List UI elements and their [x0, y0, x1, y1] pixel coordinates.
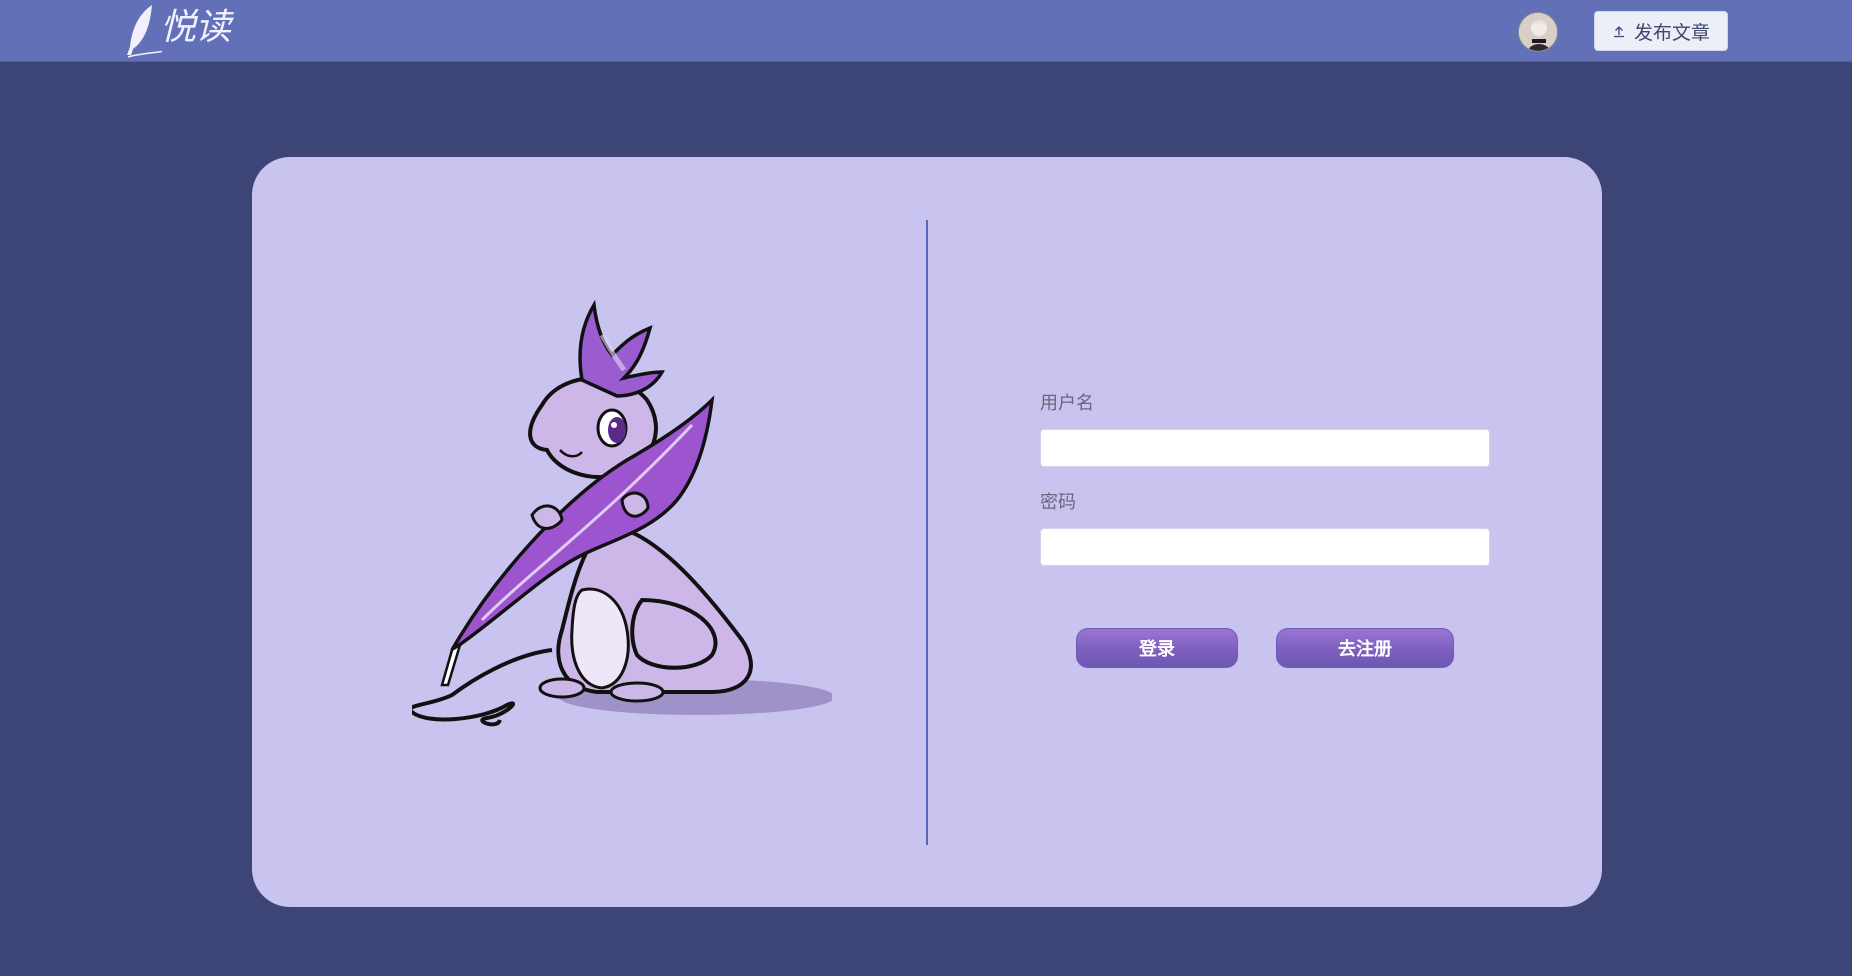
page: 悦读 发布文章 用户名 密码 登录 去注册 [0, 0, 1852, 977]
feather-quill-icon [127, 5, 162, 58]
avatar[interactable] [1518, 12, 1558, 52]
password-label: 密码 [1040, 492, 1076, 513]
password-input[interactable] [1040, 528, 1490, 566]
login-card: 用户名 密码 登录 去注册 [252, 157, 1602, 907]
register-button[interactable]: 去注册 [1276, 628, 1454, 668]
publish-article-label: 发布文章 [1633, 21, 1710, 44]
top-bar: 悦读 发布文章 [0, 0, 1852, 62]
avatar-image [1519, 13, 1557, 51]
dragon-illustration [412, 300, 832, 727]
login-form: 用户名 密码 登录 去注册 [1040, 392, 1492, 670]
upload-icon [1612, 24, 1626, 38]
vertical-divider [926, 220, 928, 845]
site-logo[interactable]: 悦读 [122, 2, 240, 60]
logo-text: 悦读 [160, 7, 231, 48]
login-button[interactable]: 登录 [1076, 628, 1238, 668]
username-input[interactable] [1040, 429, 1490, 467]
form-buttons: 登录 去注册 [1040, 628, 1492, 670]
username-label: 用户名 [1040, 393, 1094, 414]
main-area: 用户名 密码 登录 去注册 [0, 62, 1852, 976]
publish-article-button[interactable]: 发布文章 [1594, 11, 1728, 51]
